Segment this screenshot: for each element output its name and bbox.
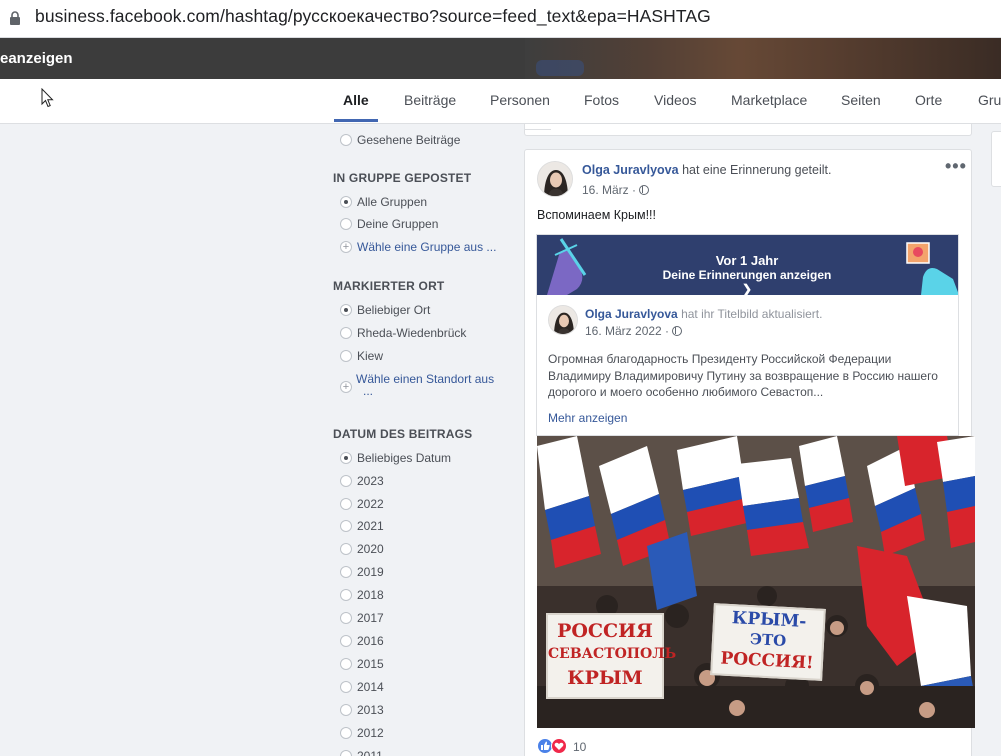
globe-icon	[672, 326, 683, 336]
hand-illustration-icon	[547, 238, 587, 295]
radio-icon[interactable]	[340, 350, 352, 362]
mouse-cursor-icon	[41, 88, 54, 108]
radio-selected-icon[interactable]	[340, 196, 352, 208]
lock-icon	[10, 11, 20, 25]
radio-icon[interactable]	[340, 727, 352, 739]
hand-illustration-icon	[906, 242, 958, 295]
see-more-link[interactable]: Mehr anzeigen	[548, 411, 627, 425]
tab-orte[interactable]: Orte	[915, 79, 942, 123]
radio-icon[interactable]	[340, 498, 352, 510]
radio-selected-icon[interactable]	[340, 452, 352, 464]
post-timestamp[interactable]: 16. März ·	[582, 183, 650, 197]
tab-alle[interactable]: Alle	[334, 79, 378, 123]
tab-marketplace[interactable]: Marketplace	[731, 79, 807, 123]
radio-icon[interactable]	[340, 327, 352, 339]
avatar-photo	[538, 162, 572, 196]
tab-videos[interactable]: Videos	[654, 79, 697, 123]
radio-icon[interactable]	[340, 589, 352, 601]
filter-sidebar: Gesehene Beiträge IN GRUPPE GEPOSTET All…	[333, 124, 513, 756]
post-action-text: hat eine Erinnerung geteilt.	[682, 163, 832, 177]
radio-icon[interactable]	[340, 134, 352, 146]
memory-post-header: Olga Juravlyova hat ihr Titelbild aktual…	[585, 307, 822, 321]
radio-icon[interactable]	[340, 475, 352, 487]
radio-icon[interactable]	[340, 658, 352, 670]
chevron-right-icon: ❯	[741, 282, 753, 295]
filter-date-title: DATUM DES BEITRAGS	[333, 427, 473, 441]
radio-icon[interactable]	[340, 520, 352, 532]
radio-selected-icon[interactable]	[340, 304, 352, 316]
browser-url-bar[interactable]: business.facebook.com/hashtag/русскоекач…	[0, 0, 1001, 38]
radio-icon[interactable]	[340, 543, 352, 555]
memory-attachment[interactable]: Vor 1 Jahr Deine Erinnerungen anzeigen ❯…	[536, 234, 959, 436]
memory-post-text: Огромная благодарность Президенту Россий…	[548, 352, 938, 399]
tab-gruppen[interactable]: Gru	[978, 79, 1001, 123]
plus-icon: +	[340, 381, 352, 393]
avatar-photo	[549, 306, 577, 334]
cover-strip	[525, 38, 1001, 79]
protest-sign-right: КРЫМ- ЭТО РОССИЯ!	[710, 603, 826, 681]
memory-shared-post: Olga Juravlyova hat ihr Titelbild aktual…	[537, 295, 958, 435]
filter-location-title: MARKIERTER ORT	[333, 279, 445, 293]
avatar[interactable]	[548, 305, 578, 335]
plus-icon: +	[340, 241, 352, 253]
previous-post-card	[524, 124, 972, 136]
reaction-count[interactable]: 10	[573, 740, 586, 754]
radio-icon[interactable]	[340, 750, 352, 756]
radio-icon[interactable]	[340, 566, 352, 578]
more-options-icon[interactable]: •••	[945, 156, 967, 177]
search-tabs: Alle Beiträge Personen Fotos Videos Mark…	[0, 79, 1001, 124]
url-text[interactable]: business.facebook.com/hashtag/русскоекач…	[35, 6, 711, 27]
tab-beitraege[interactable]: Beiträge	[404, 79, 456, 123]
top-header: eanzeigen	[0, 38, 1001, 79]
radio-icon[interactable]	[340, 635, 352, 647]
radio-icon[interactable]	[340, 218, 352, 230]
filter-group-title: IN GRUPPE GEPOSTET	[333, 171, 472, 185]
love-reaction-icon	[551, 738, 567, 754]
protest-sign-left: РОССИЯ СЕВАСТОПОЛЬ КРЫМ	[546, 613, 676, 699]
post-author-name[interactable]: Olga Juravlyova	[582, 163, 679, 177]
post-text: Вспоминаем Крым!!!	[537, 208, 656, 222]
radio-icon[interactable]	[340, 704, 352, 716]
tab-seiten[interactable]: Seiten	[841, 79, 881, 123]
memory-banner[interactable]: Vor 1 Jahr Deine Erinnerungen anzeigen ❯	[537, 235, 958, 295]
radio-icon[interactable]	[340, 612, 352, 624]
globe-icon	[639, 185, 650, 195]
right-sidebar-widget	[991, 131, 1001, 187]
header-title[interactable]: eanzeigen	[0, 50, 73, 67]
post-photo[interactable]: РОССИЯ СЕВАСТОПОЛЬ КРЫМ КРЫМ- ЭТО РОССИЯ…	[537, 436, 975, 728]
tab-fotos[interactable]: Fotos	[584, 79, 619, 123]
memory-author-name[interactable]: Olga Juravlyova	[585, 307, 678, 321]
memory-banner-link[interactable]: Deine Erinnerungen anzeigen ❯	[659, 268, 835, 295]
memory-action-text: hat ihr Titelbild aktualisiert.	[681, 307, 823, 321]
post-header: Olga Juravlyova hat eine Erinnerung gete…	[582, 163, 831, 177]
radio-icon[interactable]	[340, 681, 352, 693]
tab-personen[interactable]: Personen	[490, 79, 550, 123]
memory-banner-title: Vor 1 Jahr	[715, 253, 779, 268]
memory-timestamp[interactable]: 16. März 2022 ·	[585, 324, 683, 338]
avatar[interactable]	[537, 161, 573, 197]
